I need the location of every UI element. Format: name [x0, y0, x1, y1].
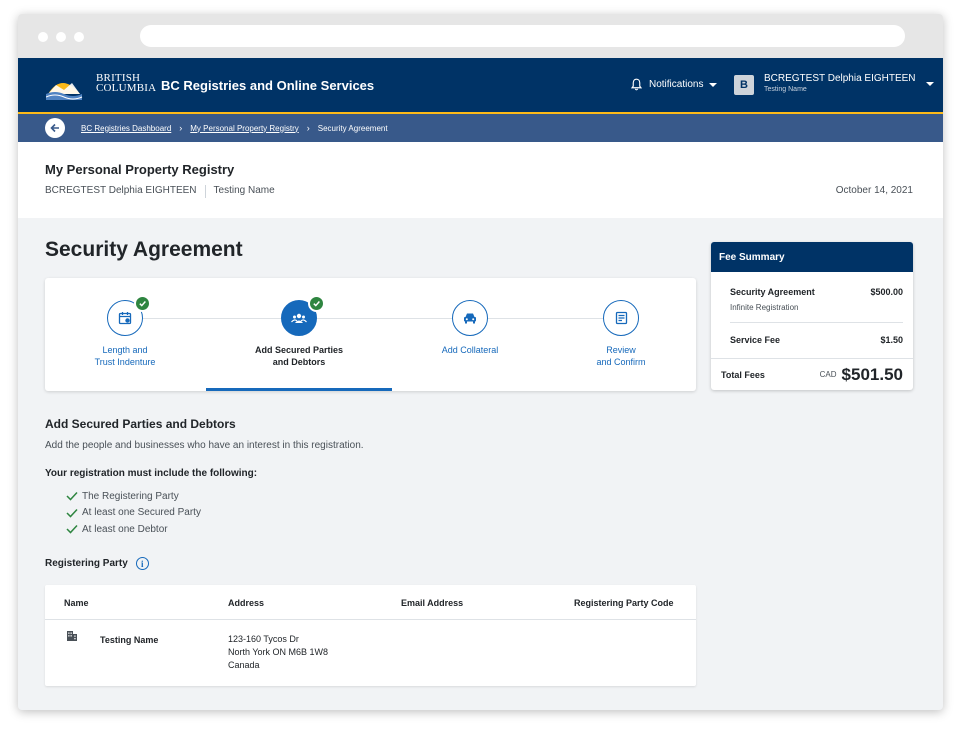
window-dot	[38, 32, 48, 42]
fee-summary-title: Fee Summary	[711, 242, 913, 272]
party-address: 123-160 Tycos Dr North York ON M6B 1W8 C…	[228, 634, 329, 670]
column-header-name: Name	[64, 598, 89, 608]
check-icon	[66, 492, 78, 501]
document-icon	[615, 311, 627, 325]
list-item: At least one Debtor	[66, 521, 696, 538]
step-circle	[603, 300, 639, 336]
fee-row-service: Service Fee $1.50	[730, 335, 903, 345]
notifications-menu[interactable]: Notifications	[630, 78, 718, 91]
step-circle	[107, 295, 151, 336]
active-step-indicator	[206, 388, 392, 391]
step-collateral[interactable]: Add Collateral	[410, 300, 530, 356]
check-icon	[134, 295, 151, 312]
registry-user: BCREGTEST Delphia EIGHTEEN	[45, 185, 197, 196]
breadcrumb-link-ppr[interactable]: My Personal Property Registry	[190, 124, 298, 133]
info-icon[interactable]: i	[135, 557, 149, 570]
divider	[204, 185, 206, 198]
avatar: B	[734, 75, 754, 95]
column-header-address: Address	[228, 598, 265, 608]
column-header-code: Registering Party Code	[574, 598, 674, 608]
page-title: Security Agreement	[45, 238, 243, 261]
breadcrumb-link-dashboard[interactable]: BC Registries Dashboard	[81, 124, 171, 133]
registering-party-label: Registering Party	[45, 558, 128, 569]
account-name: BCREGTEST Delphia EIGHTEEN	[764, 73, 916, 84]
current-date: October 14, 2021	[835, 185, 913, 196]
chevron-right-icon: ›	[306, 123, 310, 133]
business-icon	[67, 631, 77, 641]
account-menu[interactable]: B BCREGTEST Delphia EIGHTEEN Testing Nam…	[734, 73, 934, 95]
fee-total: Total Fees CAD $501.50	[711, 358, 913, 390]
step-review[interactable]: Review and Confirm	[561, 300, 681, 368]
app-title: BC Registries and Online Services	[161, 78, 375, 93]
divider	[730, 322, 903, 323]
notifications-label: Notifications	[649, 79, 704, 90]
step-circle	[452, 300, 488, 336]
back-button[interactable]	[45, 118, 65, 138]
app-header: BRITISH COLUMBIA BC Registries and Onlin…	[18, 58, 943, 114]
step-length-trust[interactable]: Length and Trust Indenture	[65, 295, 185, 368]
step-label: Add Collateral	[441, 345, 499, 355]
list-item: At least one Secured Party	[66, 505, 696, 522]
step-secured-parties[interactable]: Add Secured Parties and Debtors	[239, 295, 359, 368]
step-label: Add Secured Parties and Debtors	[254, 345, 344, 367]
fee-total-label: Total Fees	[721, 369, 765, 380]
secured-parties-section: Add Secured Parties and Debtors Add the …	[45, 417, 696, 538]
step-circle	[281, 295, 325, 336]
check-icon	[66, 525, 78, 534]
breadcrumb-current: Security Agreement	[317, 123, 388, 133]
registering-party-table: Name Address Email Address Registering P…	[45, 585, 696, 686]
check-icon	[66, 508, 78, 518]
account-subtitle: Testing Name	[764, 86, 807, 93]
step-label: Length and Trust Indenture	[94, 345, 156, 367]
chevron-down-icon	[709, 82, 718, 87]
section-title: Add Secured Parties and Debtors	[45, 417, 236, 431]
fee-row-security: Security Agreement $500.00	[730, 287, 903, 297]
car-icon	[464, 313, 476, 324]
step-label: Review and Confirm	[596, 345, 646, 367]
fee-item-subtitle: Infinite Registration	[730, 303, 799, 312]
requirements-list: The Registering Party At least one Secur…	[66, 488, 696, 538]
registering-party-heading: Registering Party i	[45, 557, 149, 570]
window-dot	[74, 32, 84, 42]
registry-subheader: My Personal Property Registry BCREGTEST …	[18, 142, 943, 218]
arrow-left-icon	[50, 123, 59, 133]
registry-account-name: Testing Name	[213, 185, 275, 196]
browser-window: BRITISH COLUMBIA BC Registries and Onlin…	[18, 14, 943, 710]
address-bar[interactable]	[140, 25, 905, 47]
window-dot	[56, 32, 66, 42]
breadcrumb: BC Registries Dashboard › My Personal Pr…	[18, 114, 943, 142]
registry-user-info: BCREGTEST Delphia EIGHTEEN Testing Name	[45, 185, 275, 198]
column-header-email: Email Address	[401, 598, 464, 608]
party-name: Testing Name	[100, 635, 159, 645]
stepper-line	[125, 318, 615, 319]
calendar-icon	[118, 312, 132, 325]
requirements-title: Your registration must include the follo…	[45, 468, 258, 479]
divider	[45, 619, 696, 620]
fee-currency: CAD	[819, 370, 837, 379]
section-description: Add the people and businesses who have a…	[45, 440, 364, 451]
browser-chrome	[18, 14, 943, 58]
registry-title: My Personal Property Registry	[45, 162, 235, 177]
stepper: Length and Trust Indenture Add Secured Pa…	[45, 278, 696, 391]
bell-icon	[630, 78, 643, 91]
chevron-right-icon: ›	[179, 123, 183, 133]
fee-summary: Fee Summary Security Agreement $500.00 I…	[711, 242, 913, 390]
list-item: The Registering Party	[66, 488, 696, 505]
check-icon	[308, 295, 325, 312]
people-icon	[291, 313, 307, 323]
fee-total-amount: $501.50	[841, 364, 903, 384]
logo-text: BRITISH COLUMBIA	[96, 72, 157, 94]
chevron-down-icon	[925, 82, 934, 86]
